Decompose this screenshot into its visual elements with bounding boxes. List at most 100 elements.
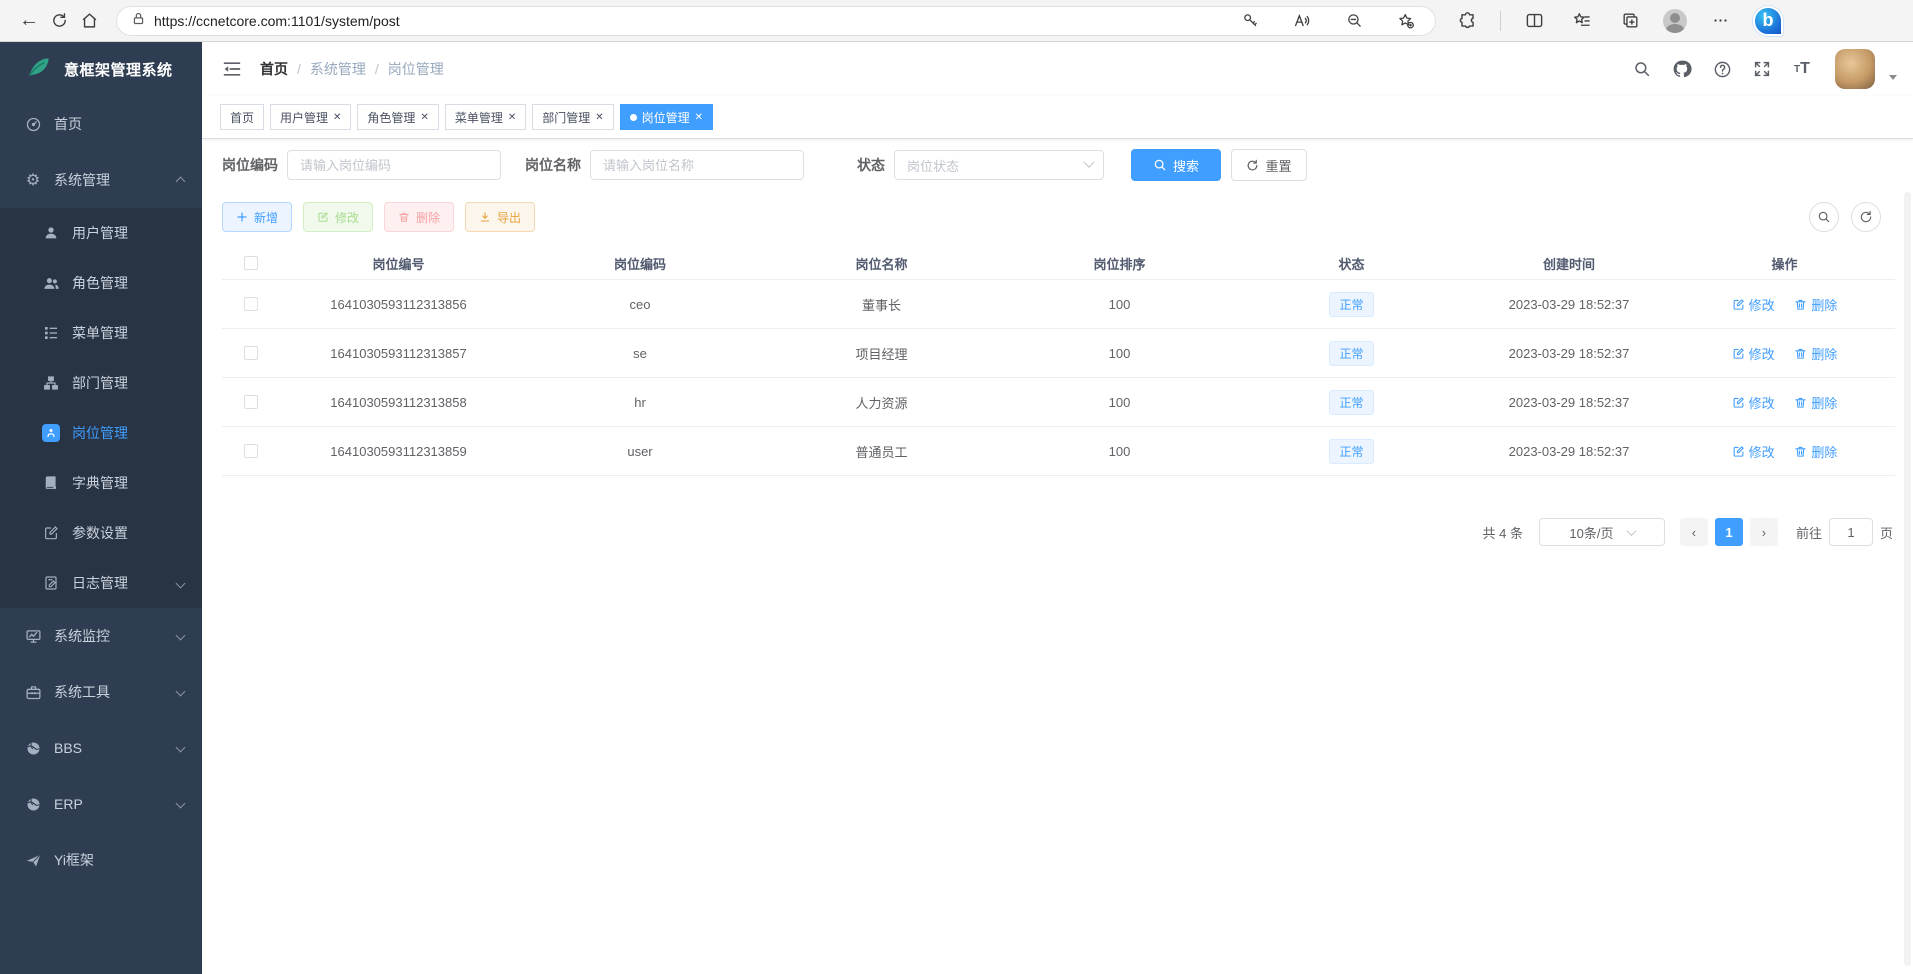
sidebar-fold-icon[interactable]: [218, 55, 246, 83]
tab-user-mgmt[interactable]: 用户管理✕: [270, 104, 351, 130]
row-delete-link[interactable]: 删除: [1794, 295, 1837, 314]
goto-page-input[interactable]: [1829, 518, 1873, 546]
sidebar-item-system-tools[interactable]: 系统工具: [0, 664, 202, 720]
post-name-input[interactable]: [590, 150, 804, 180]
sidebar-item-user-mgmt[interactable]: 用户管理: [0, 208, 202, 258]
avatar[interactable]: [1835, 49, 1875, 89]
row-checkbox[interactable]: [244, 395, 258, 409]
select-all-checkbox[interactable]: [244, 256, 258, 270]
browser-profile-avatar[interactable]: [1663, 9, 1687, 33]
read-aloud-icon[interactable]: [1287, 6, 1317, 36]
browser-menu-dots-icon[interactable]: [1705, 6, 1735, 36]
address-bar[interactable]: https://ccnetcore.com:1101/system/post: [116, 6, 1436, 36]
favorites-bar-icon[interactable]: [1567, 6, 1597, 36]
sidebar-item-label: 菜单管理: [72, 323, 128, 343]
row-edit-link[interactable]: 修改: [1732, 393, 1775, 412]
sidebar-item-bbs[interactable]: BBS: [0, 720, 202, 776]
fullscreen-icon[interactable]: [1749, 56, 1775, 82]
row-edit-link[interactable]: 修改: [1732, 344, 1775, 363]
row-delete-link[interactable]: 删除: [1794, 393, 1837, 412]
cell-post-id: 1641030593112313856: [280, 297, 517, 312]
help-icon[interactable]: [1709, 56, 1735, 82]
export-button[interactable]: 导出: [465, 202, 535, 232]
browser-home-icon[interactable]: [74, 6, 104, 36]
row-checkbox[interactable]: [244, 444, 258, 458]
tab-menu-mgmt[interactable]: 菜单管理✕: [445, 104, 526, 130]
tab-post-mgmt[interactable]: 岗位管理✕: [620, 104, 713, 130]
sidebar-item-system-monitor[interactable]: 系统监控: [0, 608, 202, 664]
extensions-icon[interactable]: [1452, 6, 1482, 36]
bing-chat-icon[interactable]: b: [1753, 6, 1783, 36]
pagination-total: 共 4 条: [1483, 523, 1523, 542]
next-page-button[interactable]: ›: [1750, 518, 1778, 546]
sidebar-item-label: 首页: [54, 114, 82, 134]
goto-label: 前往: [1796, 523, 1822, 542]
password-key-icon[interactable]: [1235, 6, 1265, 36]
sidebar-item-yi-framework[interactable]: Yi框架: [0, 832, 202, 888]
avatar-caret-icon[interactable]: [1889, 75, 1897, 80]
sidebar-item-dept-mgmt[interactable]: 部门管理: [0, 358, 202, 408]
add-button[interactable]: 新增: [222, 202, 292, 232]
sidebar-item-erp[interactable]: ERP: [0, 776, 202, 832]
breadcrumb-system[interactable]: 系统管理: [310, 59, 366, 79]
edit-button[interactable]: 修改: [303, 202, 373, 232]
zoom-out-icon[interactable]: [1339, 6, 1369, 36]
sidebar-item-home[interactable]: 首页: [0, 96, 202, 152]
close-icon[interactable]: ✕: [333, 112, 341, 123]
col-status: 状态: [1239, 254, 1464, 273]
col-post-sort: 岗位排序: [1000, 254, 1239, 273]
show-search-toggle-icon[interactable]: [1809, 202, 1839, 232]
delete-button[interactable]: 删除: [384, 202, 454, 232]
row-delete-link[interactable]: 删除: [1794, 344, 1837, 363]
breadcrumb-current: 岗位管理: [388, 59, 444, 79]
sidebar-item-log-mgmt[interactable]: 日志管理: [0, 558, 202, 608]
app-logo[interactable]: 意框架管理系统: [0, 42, 202, 96]
close-icon[interactable]: ✕: [695, 112, 703, 123]
lock-icon[interactable]: [131, 11, 146, 31]
row-edit-link[interactable]: 修改: [1732, 442, 1775, 461]
page-number-button[interactable]: 1: [1715, 518, 1743, 546]
sidebar-item-system-mgmt[interactable]: ⚙ 系统管理: [0, 152, 202, 208]
sidebar-item-post-mgmt[interactable]: 岗位管理: [0, 408, 202, 458]
refresh-table-icon[interactable]: [1851, 202, 1881, 232]
sidebar-item-role-mgmt[interactable]: 角色管理: [0, 258, 202, 308]
row-checkbox[interactable]: [244, 346, 258, 360]
status-select[interactable]: 岗位状态: [894, 150, 1104, 180]
page-content: 岗位编码 岗位名称 状态 岗位状态 搜索 重置: [202, 139, 1913, 546]
tab-role-mgmt[interactable]: 角色管理✕: [357, 104, 438, 130]
search-icon[interactable]: [1629, 56, 1655, 82]
github-icon[interactable]: [1669, 56, 1695, 82]
row-delete-link[interactable]: 删除: [1794, 442, 1837, 461]
browser-back-icon[interactable]: ←: [14, 6, 44, 36]
font-size-icon[interactable]: TT: [1789, 56, 1815, 82]
post-name-label: 岗位名称: [525, 155, 581, 175]
search-button[interactable]: 搜索: [1131, 149, 1221, 181]
tab-dept-mgmt[interactable]: 部门管理✕: [532, 104, 613, 130]
breadcrumb-home[interactable]: 首页: [260, 59, 288, 79]
close-icon[interactable]: ✕: [508, 112, 516, 123]
user-icon: [42, 224, 60, 242]
close-icon[interactable]: ✕: [420, 112, 428, 123]
collections-icon[interactable]: [1615, 6, 1645, 36]
post-code-input[interactable]: [287, 150, 501, 180]
sidebar: 意框架管理系统 首页 ⚙ 系统管理 用户管理 角色管理 菜单管理: [0, 42, 202, 974]
sidebar-item-menu-mgmt[interactable]: 菜单管理: [0, 308, 202, 358]
filter-form: 岗位编码 岗位名称 状态 岗位状态 搜索 重置: [222, 149, 1895, 181]
reset-button[interactable]: 重置: [1231, 149, 1307, 181]
row-checkbox[interactable]: [244, 297, 258, 311]
sidebar-item-param-settings[interactable]: 参数设置: [0, 508, 202, 558]
chevron-down-icon: [176, 579, 186, 589]
sidebar-item-label: 参数设置: [72, 523, 128, 543]
page-size-select[interactable]: 10条/页: [1539, 518, 1665, 546]
browser-refresh-icon[interactable]: [44, 6, 74, 36]
split-screen-icon[interactable]: [1519, 6, 1549, 36]
sidebar-item-dict-mgmt[interactable]: 字典管理: [0, 458, 202, 508]
favorites-add-icon[interactable]: [1391, 6, 1421, 36]
close-icon[interactable]: ✕: [595, 112, 603, 123]
cell-created: 2023-03-29 18:52:37: [1464, 444, 1674, 459]
row-edit-link[interactable]: 修改: [1732, 295, 1775, 314]
scrollbar[interactable]: [1904, 192, 1911, 966]
prev-page-button[interactable]: ‹: [1680, 518, 1708, 546]
url-text[interactable]: https://ccnetcore.com:1101/system/post: [154, 13, 400, 29]
tab-home[interactable]: 首页: [220, 104, 264, 130]
